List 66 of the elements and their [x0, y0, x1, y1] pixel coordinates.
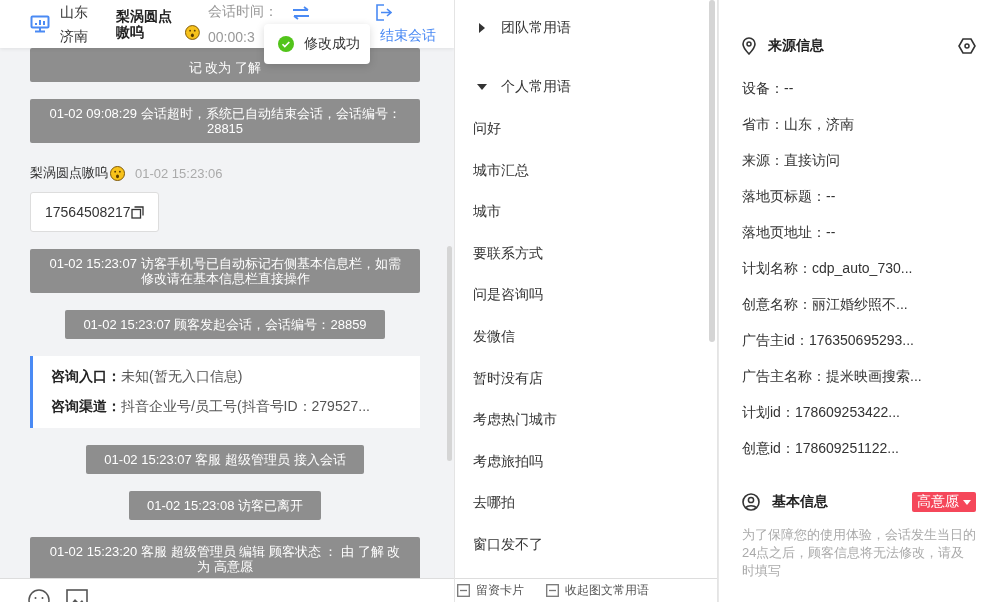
info-field: 广告主名称：提米映画搜索...: [742, 366, 976, 386]
system-message: 01-02 15:23:07 访客手机号已自动标记右侧基本信息栏，如需修改请在基本信息栏直接操作: [30, 249, 420, 293]
visitor-name: 梨涡圆点嗷呜: [116, 8, 173, 40]
phrase-item[interactable]: 暂时没有店: [473, 367, 717, 388]
scrollbar-thumb[interactable]: [709, 0, 715, 342]
info-field: 落地页标题：--: [742, 186, 976, 206]
info-label: 咨询入口：: [51, 368, 121, 384]
info-field: 创意名称：丽江婚纱照不...: [742, 294, 976, 314]
phrase-item[interactable]: 发微信: [473, 325, 717, 346]
section-title: 来源信息: [768, 37, 824, 55]
message-time: 01-02 15:23:06: [135, 165, 223, 181]
checkbox-icon[interactable]: [457, 584, 470, 597]
phone-number: 17564508217: [45, 204, 131, 220]
settings-icon[interactable]: [958, 38, 976, 54]
visitor-name: 梨涡圆点嗷呜: [30, 164, 108, 182]
caret-icon: [963, 499, 971, 505]
phrase-item[interactable]: 要联系方式: [473, 242, 717, 263]
surprised-emoji-icon: [110, 165, 125, 181]
system-message: 01-02 15:23:07 顾客发起会话，会话编号：28859: [65, 310, 385, 339]
phrase-item[interactable]: 考虑热门城市: [473, 409, 717, 430]
monitor-icon: [30, 15, 50, 33]
end-session-button[interactable]: 结束会话: [380, 26, 436, 45]
phrase-group-label[interactable]: 团队常用语: [501, 19, 571, 37]
phrase-item[interactable]: 考虑旅拍吗: [473, 450, 717, 471]
info-field: 落地页地址：--: [742, 222, 976, 242]
info-field: 省市：山东，济南: [742, 114, 976, 134]
session-time-label: 会话时间：: [208, 2, 278, 21]
info-field: 创意id：178609251122...: [742, 438, 976, 458]
system-message: 01-02 15:23:07 客服 超级管理员 接入会话: [86, 445, 364, 474]
phrase-item[interactable]: 城市: [473, 201, 717, 222]
info-field: 广告主id：176350695293...: [742, 330, 976, 350]
section-title: 基本信息: [772, 493, 828, 511]
surprised-emoji-icon: [185, 25, 200, 40]
session-time: 00:00:3: [208, 28, 255, 47]
intent-dropdown[interactable]: 高意愿: [912, 492, 976, 512]
info-field: 来源：直接访问: [742, 150, 976, 170]
phrase-item[interactable]: 去哪拍: [473, 492, 717, 513]
info-field: 计划名称：cdp_auto_730...: [742, 258, 976, 278]
location-text: 山东: [60, 3, 89, 22]
system-message: 01-02 15:23:08 访客已离开: [128, 491, 322, 520]
phrase-group-label[interactable]: 个人常用语: [501, 78, 571, 96]
footer-option[interactable]: 收起图文常用语: [565, 582, 649, 599]
checkbox-icon[interactable]: [546, 584, 559, 597]
copy-icon[interactable]: [130, 205, 144, 219]
phrase-item[interactable]: 问好: [473, 118, 717, 138]
collapsed-caret-icon[interactable]: [477, 23, 487, 33]
info-field: 计划id：178609253422...: [742, 402, 976, 422]
info-value: 未知(暂无入口信息): [121, 368, 243, 384]
phrase-item[interactable]: 问是咨询吗: [473, 284, 717, 305]
info-value: 抖音企业号/员工号(抖音号ID：279527...: [121, 398, 370, 414]
location-pin-icon: [742, 37, 756, 55]
expanded-caret-icon[interactable]: [477, 82, 487, 92]
info-field: 设备：--: [742, 78, 976, 98]
info-label: 咨询渠道：: [51, 398, 121, 414]
exit-icon[interactable]: [376, 3, 392, 21]
notice-text: 为了保障您的使用体验，会话发生当日的24点之后，顾客信息将无法修改，请及时填写: [742, 526, 976, 580]
phrase-item[interactable]: 城市汇总: [473, 159, 717, 180]
system-message: 01-02 15:23:20 客服 超级管理员 编辑 顾客状态 ： 由 了解 改为 高意愿: [30, 537, 420, 578]
check-icon: [278, 36, 294, 52]
swap-icon[interactable]: [292, 6, 310, 20]
system-message: 01-02 09:08:29 会话超时，系统已自动结束会话，会话编号：28815: [30, 99, 420, 143]
phrase-item[interactable]: 窗口发不了: [473, 533, 717, 554]
scrollbar-thumb[interactable]: [447, 246, 452, 461]
footer-option[interactable]: 留资卡片: [476, 582, 524, 599]
location-text: 济南: [60, 27, 89, 46]
user-icon: [742, 493, 760, 511]
